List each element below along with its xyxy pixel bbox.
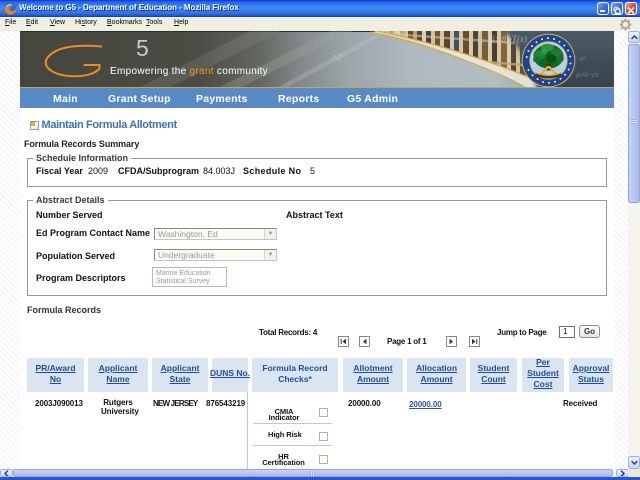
svg-text:5: 5 xyxy=(136,35,149,61)
svg-text:σ²: σ² xyxy=(580,55,586,63)
svg-text:Empowering the grant community: Empowering the grant community. xyxy=(110,66,270,77)
svg-text:f(x,θ)⋅T(x): f(x,θ)⋅T(x) xyxy=(490,34,527,44)
svg-text:M√: M√ xyxy=(332,52,349,64)
svg-text:μ≠0 √n: μ≠0 √n xyxy=(575,70,599,79)
